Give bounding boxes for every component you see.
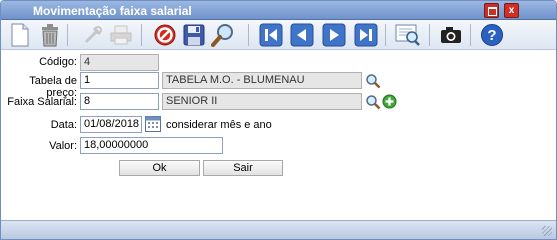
form-area: Código: 4 Tabela de preço: 1 TABELA M.O.…	[1, 50, 556, 220]
tabela-description-field: TABELA M.O. - BLUMENAU	[162, 72, 362, 89]
codigo-label: Código:	[39, 56, 77, 68]
toolbar-separator	[429, 24, 430, 46]
report-search-icon[interactable]	[395, 22, 421, 48]
help-icon[interactable]: ?	[479, 22, 505, 48]
search-icon[interactable]	[210, 22, 236, 48]
toolbar-separator	[67, 24, 68, 46]
tabela-lookup-icon[interactable]	[365, 73, 381, 92]
valor-label: Valor:	[49, 140, 77, 152]
previous-record-icon[interactable]	[289, 22, 315, 48]
close-button[interactable]: x	[504, 3, 519, 18]
status-bar	[1, 220, 556, 239]
data-input[interactable]: 01/08/2018	[80, 116, 142, 133]
svg-text:?: ?	[487, 27, 496, 44]
toolbar-separator	[470, 24, 471, 46]
first-record-icon[interactable]	[258, 22, 284, 48]
sair-button[interactable]: Sair	[203, 160, 283, 176]
tools-icon[interactable]	[80, 22, 106, 48]
cancel-icon[interactable]	[152, 22, 178, 48]
last-record-icon[interactable]	[353, 22, 379, 48]
new-document-icon[interactable]	[7, 22, 33, 48]
trash-icon[interactable]	[37, 22, 63, 48]
tabela-code-input[interactable]: 1	[80, 72, 159, 89]
maximize-button[interactable]	[484, 3, 499, 18]
dialog-window: Movimentação faixa salarial x ? Código: …	[0, 0, 557, 240]
printer-icon[interactable]	[108, 22, 134, 48]
faixa-code-input[interactable]: 8	[80, 93, 159, 110]
add-icon[interactable]	[382, 94, 397, 112]
faixa-lookup-icon[interactable]	[365, 94, 381, 113]
data-label: Data:	[50, 119, 77, 131]
title-bar[interactable]: Movimentação faixa salarial x	[1, 1, 556, 20]
faixa-description-field: SENIOR II	[162, 93, 362, 110]
save-icon[interactable]	[181, 22, 207, 48]
data-note: considerar mês e ano	[166, 119, 272, 131]
toolbar-separator	[141, 24, 142, 46]
faixa-label: Faixa Salarial:	[7, 96, 77, 108]
ok-button[interactable]: Ok	[119, 160, 200, 176]
codigo-field: 4	[80, 54, 159, 71]
toolbar-separator	[248, 24, 249, 46]
toolbar: ?	[1, 20, 556, 50]
toolbar-separator	[385, 24, 386, 46]
next-record-icon[interactable]	[321, 22, 347, 48]
valor-input[interactable]: 18,00000000	[80, 137, 223, 154]
window-title: Movimentação faixa salarial	[33, 4, 192, 18]
calendar-icon[interactable]	[145, 115, 161, 135]
camera-icon[interactable]	[438, 22, 464, 48]
resize-grip[interactable]	[542, 226, 552, 236]
